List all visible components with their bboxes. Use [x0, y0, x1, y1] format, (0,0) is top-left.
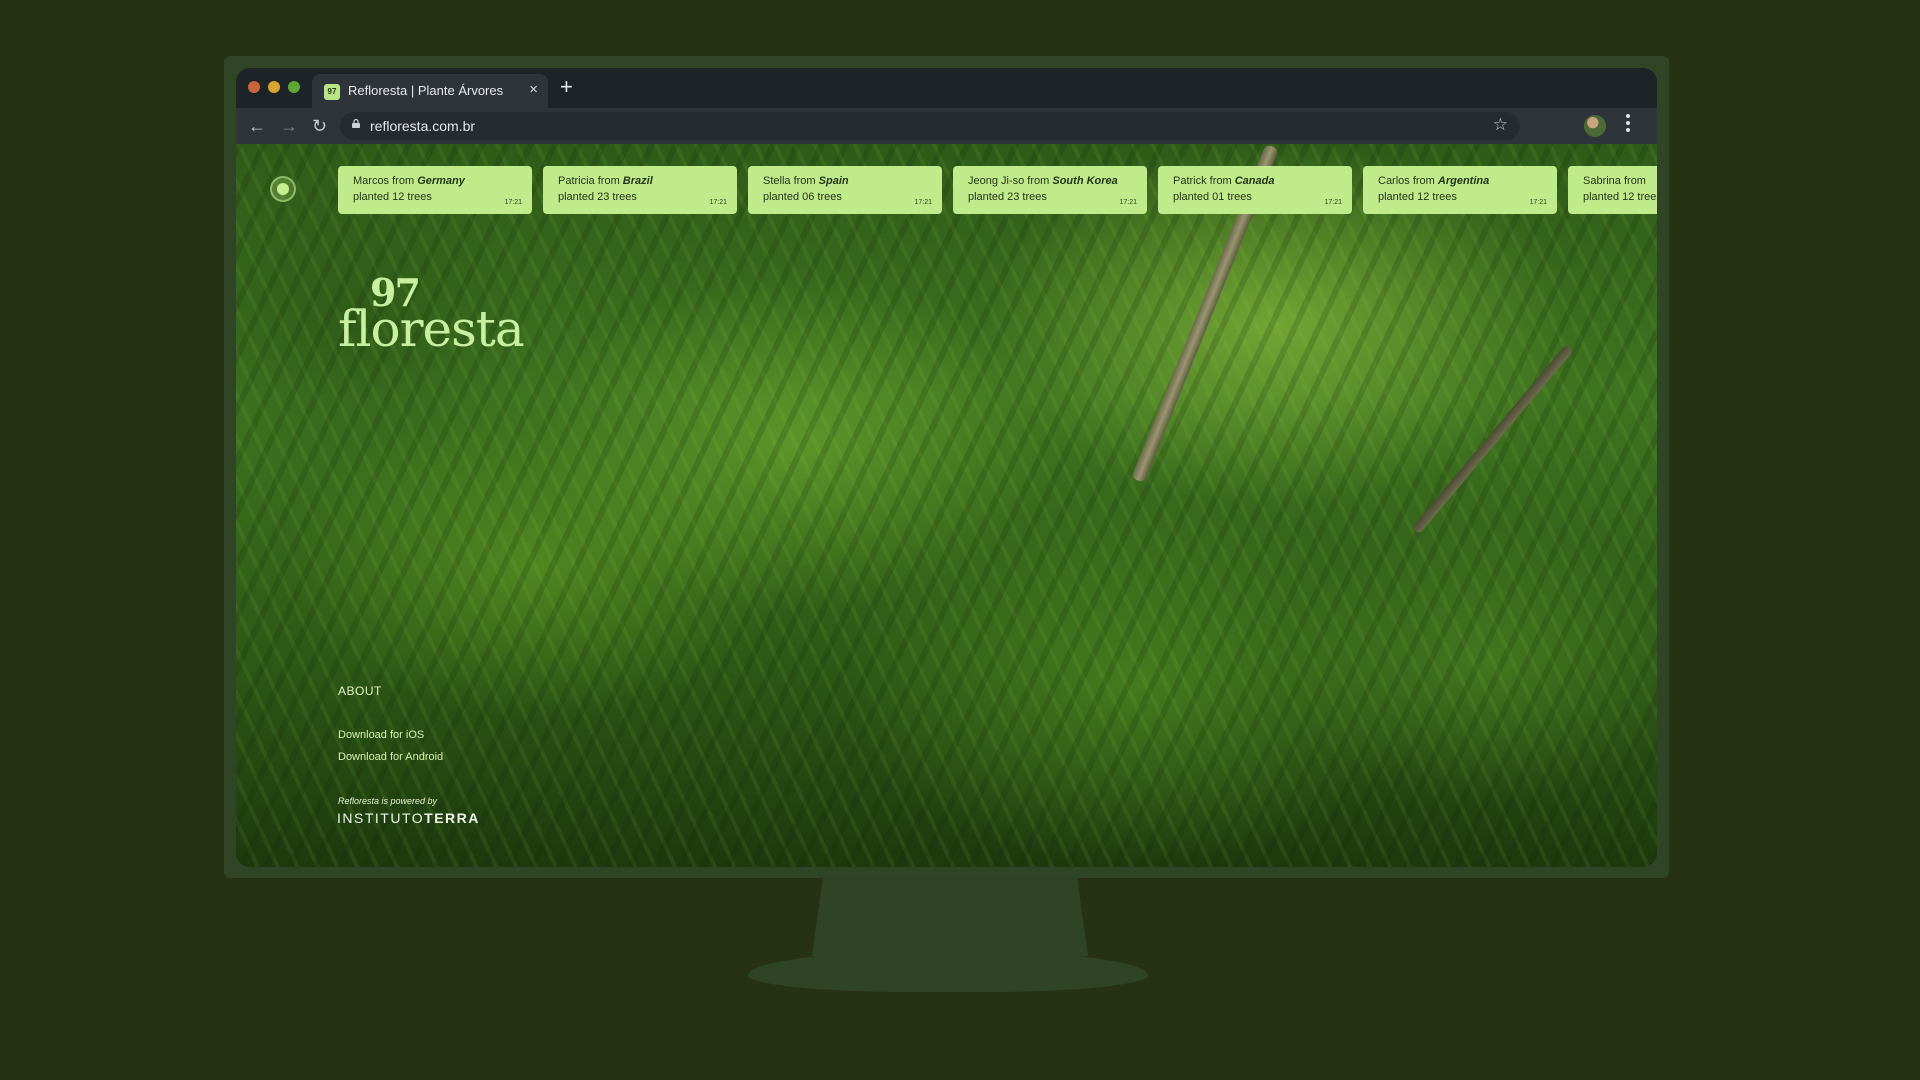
feed-card[interactable]: Jeong Ji-so from South Korea planted 23 …: [953, 166, 1147, 214]
feed-card-country: Germany: [417, 175, 465, 187]
reload-icon[interactable]: ↻: [312, 114, 327, 138]
feed-card-name: Stella from: [763, 175, 819, 187]
feed-card-time: 17:21: [1529, 199, 1547, 206]
feed-card-planted: planted 12 trees: [353, 191, 432, 203]
forward-arrow-icon[interactable]: →: [280, 114, 298, 138]
feed-card[interactable]: Marcos from Germany planted 12 trees 17:…: [338, 166, 532, 214]
feed-card-time: 17:21: [1119, 199, 1137, 206]
bookmark-star-icon[interactable]: ☆: [1493, 115, 1508, 135]
instituto-terra-logo[interactable]: INSTITUTOTERRA: [337, 810, 480, 826]
page-viewport: Marcos from Germany planted 12 trees 17:…: [236, 144, 1657, 867]
monitor-stand-base: [748, 950, 1148, 992]
profile-avatar[interactable]: [1584, 115, 1606, 137]
lock-icon: [352, 119, 360, 128]
about-link[interactable]: ABOUT: [338, 684, 382, 698]
feed-card[interactable]: Patrick from Canada planted 01 trees 17:…: [1158, 166, 1352, 214]
tab-bar: 97 Refloresta | Plante Árvores × +: [236, 68, 1657, 108]
close-tab-icon[interactable]: ×: [529, 81, 538, 99]
logo-wordmark: floresta: [338, 300, 525, 358]
minimize-window-button[interactable]: [268, 81, 280, 93]
feed-card[interactable]: Carlos from Argentina planted 12 trees 1…: [1363, 166, 1557, 214]
url-text: refloresta.com.br: [370, 118, 476, 134]
feed-card[interactable]: Stella from Spain planted 06 trees 17:21: [748, 166, 942, 214]
feed-card-time: 17:21: [504, 199, 522, 206]
tab-title: Refloresta | Plante Árvores: [348, 83, 504, 98]
feed-card-planted: planted 12 trees: [1583, 191, 1657, 203]
feed-card-time: 17:21: [1324, 199, 1342, 206]
feed-card-planted: planted 23 trees: [558, 191, 637, 203]
browser-window: 97 Refloresta | Plante Árvores × + ← → ↻…: [236, 68, 1657, 867]
feed-card-country: South Korea: [1052, 175, 1118, 187]
feed-card-time: 17:21: [914, 199, 932, 206]
feed-card[interactable]: Sabrina from planted 12 trees: [1568, 166, 1657, 214]
browser-toolbar: ← → ↻ refloresta.com.br ☆: [236, 108, 1657, 144]
feed-card-name: Patrick from: [1173, 175, 1235, 187]
org-name-bold: TERRA: [424, 810, 480, 826]
address-bar[interactable]: refloresta.com.br ☆: [340, 112, 1520, 140]
feed-card-country: Argentina: [1437, 175, 1490, 187]
feed-card-planted: planted 12 trees: [1378, 191, 1457, 203]
feed-card-name: Carlos from: [1378, 175, 1438, 187]
feed-card-country: Spain: [818, 175, 849, 187]
favicon-icon: 97: [324, 84, 340, 100]
org-name-light: INSTITUTO: [337, 810, 425, 826]
new-tab-button[interactable]: +: [560, 73, 573, 101]
feed-card[interactable]: Patricia from Brazil planted 23 trees 17…: [543, 166, 737, 214]
feed-card-planted: planted 06 trees: [763, 191, 842, 203]
powered-by-text: Refloresta is powered by: [338, 796, 438, 806]
feed-card-name: Jeong Ji-so from: [968, 175, 1053, 187]
close-window-button[interactable]: [248, 81, 260, 93]
download-ios-link[interactable]: Download for iOS: [338, 729, 424, 741]
feed-card-planted: planted 23 trees: [968, 191, 1047, 203]
feed-card-name: Sabrina from: [1583, 175, 1646, 187]
feed-card-time: 17:21: [709, 199, 727, 206]
monitor-stand-neck: [812, 876, 1088, 956]
feed-card-name: Marcos from: [353, 175, 418, 187]
forest-background: [236, 144, 1657, 867]
browser-tab[interactable]: 97 Refloresta | Plante Árvores ×: [312, 74, 548, 108]
more-menu-icon[interactable]: [1626, 114, 1630, 135]
feed-card-name: Patricia from: [558, 175, 623, 187]
feed-card-planted: planted 01 trees: [1173, 191, 1252, 203]
feed-card-country: Canada: [1234, 175, 1275, 187]
maximize-window-button[interactable]: [288, 81, 300, 93]
download-android-link[interactable]: Download for Android: [338, 751, 443, 763]
back-arrow-icon[interactable]: ←: [248, 114, 266, 138]
live-indicator-icon: [270, 176, 296, 202]
feed-card-country: Brazil: [622, 175, 653, 187]
